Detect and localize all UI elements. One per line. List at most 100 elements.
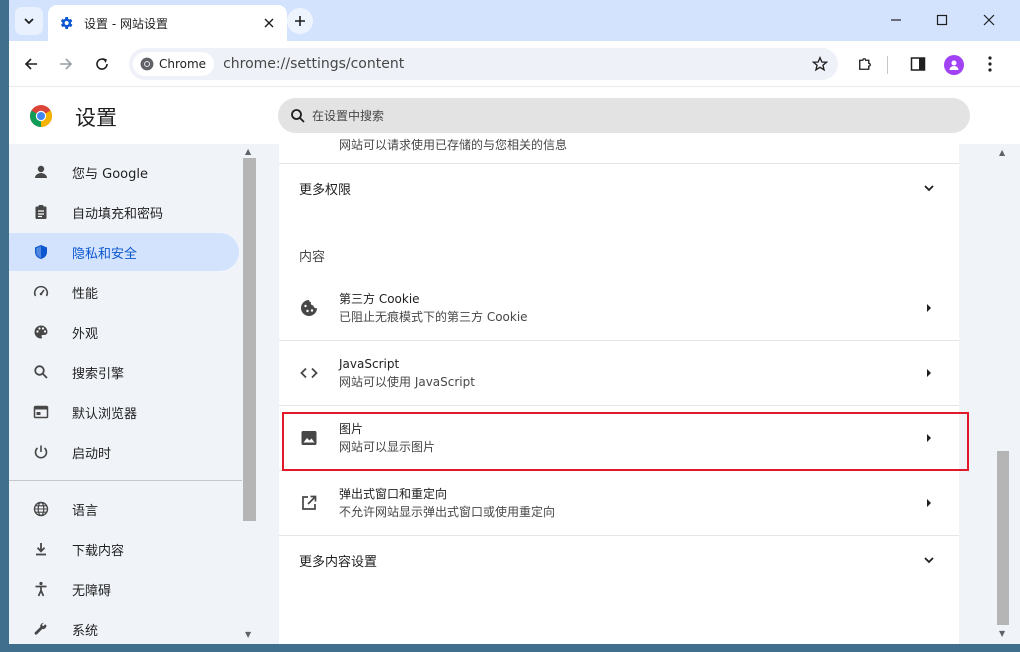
back-button[interactable] — [17, 50, 45, 78]
cutoff-text: 网站可以请求使用已存储的与您相关的信息 — [339, 138, 568, 152]
list-item-popups[interactable]: 弹出式窗口和重定向 不允许网站显示弹出式窗口或使用重定向 — [279, 471, 959, 535]
row-subtitle: 已阻止无痕模式下的第三方 Cookie — [339, 310, 528, 324]
chip-label: Chrome — [159, 57, 207, 71]
reload-icon — [96, 58, 108, 70]
content-section-heading: 内容 — [299, 250, 326, 265]
scroll-down-icon[interactable]: ▼ — [245, 630, 251, 639]
sidebar-item-label: 默认浏览器 — [72, 406, 138, 422]
list-item-third-party-cookies[interactable]: 第三方 Cookie 已阻止无痕模式下的第三方 Cookie — [279, 276, 959, 340]
arrow-right-icon — [60, 58, 73, 70]
speedometer-icon — [31, 282, 51, 302]
browser-window: 设置 - 网站设置 Chrome chrome://settings/conte… — [9, 0, 1020, 644]
cookie-icon — [299, 298, 319, 318]
url-text[interactable]: chrome://settings/content — [223, 56, 806, 72]
minimize-button[interactable] — [873, 4, 919, 36]
sidebar-item-label: 您与 Google — [72, 166, 148, 182]
side-panel-icon — [910, 57, 926, 71]
tab-close-button[interactable] — [259, 13, 279, 33]
sidebar-item-default-browser[interactable]: 默认浏览器 — [9, 393, 239, 431]
clipboard-icon — [31, 202, 51, 222]
person-icon — [949, 60, 959, 70]
sidebar-item-label: 语言 — [72, 503, 99, 519]
new-tab-button[interactable] — [287, 8, 313, 34]
more-vertical-icon — [988, 56, 992, 72]
star-icon — [812, 56, 828, 72]
sidebar-scrollbar-thumb[interactable] — [243, 158, 256, 521]
menu-button[interactable] — [976, 50, 1004, 78]
maximize-button[interactable] — [919, 4, 965, 36]
code-icon — [299, 363, 319, 383]
row-title: 弹出式窗口和重定向 — [339, 487, 448, 501]
row-title: 第三方 Cookie — [339, 292, 420, 306]
side-panel-button[interactable] — [904, 50, 932, 78]
sidebar-item-label: 隐私和安全 — [72, 246, 138, 262]
caret-right-icon — [919, 363, 939, 383]
bookmark-button[interactable] — [806, 50, 834, 78]
toolbar-divider — [887, 56, 888, 74]
image-icon — [299, 428, 319, 448]
tab-search-button[interactable] — [15, 7, 43, 35]
sidebar-item-label: 下载内容 — [72, 543, 125, 559]
reload-button[interactable] — [88, 50, 116, 78]
caret-right-icon — [919, 493, 939, 513]
sidebar-item-search-engine[interactable]: 搜索引擎 — [9, 353, 239, 391]
sidebar-item-you-and-google[interactable]: 您与 Google — [9, 153, 239, 191]
toolbar: Chrome chrome://settings/content — [9, 41, 1020, 87]
sidebar-item-label: 外观 — [72, 326, 99, 342]
chevron-down-icon — [24, 18, 34, 25]
more-content-settings-expander[interactable]: 更多内容设置 — [279, 536, 959, 584]
external-link-icon — [299, 493, 319, 513]
page-title: 设置 — [75, 106, 117, 130]
settings-search[interactable] — [278, 98, 970, 133]
row-title: JavaScript — [339, 357, 400, 371]
globe-icon — [31, 499, 51, 519]
sidebar-item-accessibility[interactable]: 无障碍 — [9, 570, 239, 608]
maximize-icon — [936, 14, 948, 26]
close-window-button[interactable] — [966, 4, 1012, 36]
accessibility-icon — [31, 579, 51, 599]
minimize-icon — [891, 19, 901, 21]
sidebar-item-privacy[interactable]: 隐私和安全 — [9, 233, 239, 271]
caret-right-icon — [919, 298, 939, 318]
row-subtitle: 网站可以显示图片 — [339, 440, 436, 454]
extensions-button[interactable] — [851, 50, 879, 78]
close-icon — [983, 14, 995, 26]
person-icon — [31, 162, 51, 182]
row-title: 图片 — [339, 422, 364, 436]
search-input[interactable] — [312, 108, 970, 123]
list-item-images[interactable]: 图片 网站可以显示图片 — [279, 406, 959, 470]
omnibox[interactable]: Chrome chrome://settings/content — [129, 48, 838, 80]
scroll-down-icon[interactable]: ▼ — [999, 629, 1005, 638]
forward-button[interactable] — [52, 50, 80, 78]
caret-right-icon — [919, 428, 939, 448]
sidebar-item-label: 无障碍 — [72, 583, 112, 599]
chrome-icon — [140, 57, 154, 71]
sidebar-item-appearance[interactable]: 外观 — [9, 313, 239, 351]
sidebar-item-on-startup[interactable]: 启动时 — [9, 433, 239, 471]
search-icon — [291, 108, 305, 123]
list-item-javascript[interactable]: JavaScript 网站可以使用 JavaScript — [279, 341, 959, 405]
sidebar-item-system[interactable]: 系统 — [9, 610, 239, 644]
scroll-up-icon[interactable]: ▲ — [245, 147, 251, 156]
more-permissions-expander[interactable]: 更多权限 — [279, 164, 959, 212]
site-info-chip[interactable]: Chrome — [133, 52, 215, 76]
sidebar: 您与 Google 自动填充和密码 隐私和安全 性能 外观 搜索引擎 默认浏览器… — [9, 144, 242, 644]
sidebar-item-label: 启动时 — [72, 446, 112, 462]
sidebar-item-autofill[interactable]: 自动填充和密码 — [9, 193, 239, 231]
palette-icon — [31, 322, 51, 342]
tab-title: 设置 - 网站设置 — [84, 16, 168, 31]
sidebar-divider — [9, 480, 242, 481]
plus-icon — [295, 16, 305, 26]
sidebar-item-label: 自动填充和密码 — [72, 206, 164, 222]
tab-strip: 设置 - 网站设置 — [9, 0, 1020, 41]
sidebar-item-downloads[interactable]: 下载内容 — [9, 530, 239, 568]
power-icon — [31, 442, 51, 462]
puzzle-icon — [859, 58, 871, 70]
browser-icon — [31, 402, 51, 422]
profile-avatar[interactable] — [944, 55, 964, 75]
tab-settings[interactable]: 设置 - 网站设置 — [48, 5, 287, 41]
main-scrollbar-thumb[interactable] — [997, 451, 1009, 625]
sidebar-item-performance[interactable]: 性能 — [9, 273, 239, 311]
sidebar-item-languages[interactable]: 语言 — [9, 490, 239, 528]
scroll-up-icon[interactable]: ▲ — [999, 148, 1005, 157]
